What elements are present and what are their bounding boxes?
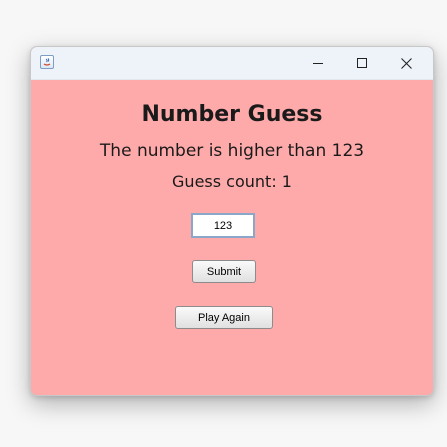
close-button[interactable] xyxy=(384,47,428,79)
title-bar[interactable] xyxy=(31,47,433,80)
game-title: Number Guess xyxy=(141,102,323,127)
maximize-icon xyxy=(357,58,367,68)
minimize-icon xyxy=(313,63,323,64)
guess-input[interactable] xyxy=(191,213,255,238)
java-app-icon[interactable] xyxy=(40,55,54,69)
minimize-button[interactable] xyxy=(296,47,340,79)
close-icon xyxy=(400,57,412,69)
hint-message: The number is higher than 123 xyxy=(99,141,365,161)
guess-count-label: Guess count: 1 xyxy=(172,172,292,191)
maximize-button[interactable] xyxy=(340,47,384,79)
play-again-button[interactable]: Play Again xyxy=(175,306,273,329)
submit-button[interactable]: Submit xyxy=(192,260,256,283)
app-window: Number Guess The number is higher than 1… xyxy=(30,46,434,396)
game-panel: Number Guess The number is higher than 1… xyxy=(31,80,433,395)
